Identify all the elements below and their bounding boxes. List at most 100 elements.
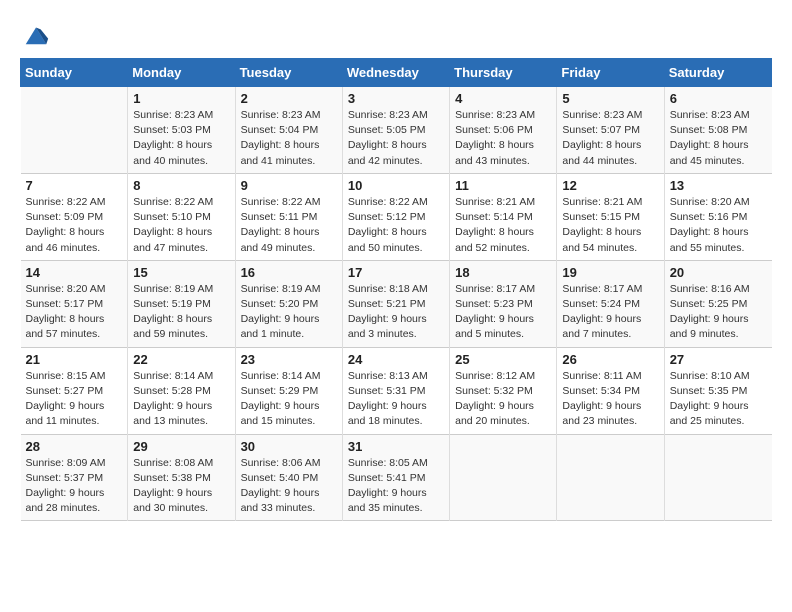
calendar-cell: 9Sunrise: 8:22 AMSunset: 5:11 PMDaylight…: [235, 173, 342, 260]
day-number: 25: [455, 352, 551, 367]
day-number: 1: [133, 91, 229, 106]
weekday-header-thursday: Thursday: [450, 59, 557, 87]
day-number: 12: [562, 178, 658, 193]
calendar-cell: 28Sunrise: 8:09 AMSunset: 5:37 PMDayligh…: [21, 434, 128, 521]
calendar-cell: 23 Sunrise: 8:14 AMSunset: 5:29 PMDayligh…: [235, 347, 342, 434]
day-info: Sunrise: 8:20 AMSunset: 5:16 PMDaylight:…: [670, 195, 767, 256]
day-number: 30: [241, 439, 337, 454]
calendar-cell: 22Sunrise: 8:14 AMSunset: 5:28 PMDayligh…: [128, 347, 235, 434]
calendar-cell: 10Sunrise: 8:22 AMSunset: 5:12 PMDayligh…: [342, 173, 449, 260]
weekday-header-sunday: Sunday: [21, 59, 128, 87]
logo-text: [20, 20, 50, 48]
day-number: 4: [455, 91, 551, 106]
calendar-cell: 8 Sunrise: 8:22 AMSunset: 5:10 PMDaylight…: [128, 173, 235, 260]
day-number: 2: [241, 91, 337, 106]
day-number: 20: [670, 265, 767, 280]
day-number: 27: [670, 352, 767, 367]
calendar-cell: [450, 434, 557, 521]
calendar-week-row: 7 Sunrise: 8:22 AMSunset: 5:09 PMDaylight…: [21, 173, 772, 260]
weekday-header-wednesday: Wednesday: [342, 59, 449, 87]
day-number: 3: [348, 91, 444, 106]
day-info: Sunrise: 8:06 AMSunset: 5:40 PMDaylight:…: [241, 456, 337, 517]
day-info: Sunrise: 8:05 AMSunset: 5:41 PMDaylight:…: [348, 456, 444, 517]
day-number: 7: [26, 178, 123, 193]
calendar-cell: 1 Sunrise: 8:23 AMSunset: 5:03 PMDaylight…: [128, 87, 235, 174]
calendar-cell: 31 Sunrise: 8:05 AMSunset: 5:41 PMDayligh…: [342, 434, 449, 521]
day-info: Sunrise: 8:21 AMSunset: 5:14 PMDaylight:…: [455, 195, 551, 256]
day-number: 24: [348, 352, 444, 367]
calendar-week-row: 1 Sunrise: 8:23 AMSunset: 5:03 PMDaylight…: [21, 87, 772, 174]
day-info: Sunrise: 8:17 AMSunset: 5:23 PMDaylight:…: [455, 282, 551, 343]
day-info: Sunrise: 8:10 AMSunset: 5:35 PMDaylight:…: [670, 369, 767, 430]
calendar-table: SundayMondayTuesdayWednesdayThursdayFrid…: [20, 58, 772, 521]
calendar-cell: 17 Sunrise: 8:18 AMSunset: 5:21 PMDayligh…: [342, 260, 449, 347]
calendar-cell: 18 Sunrise: 8:17 AMSunset: 5:23 PMDayligh…: [450, 260, 557, 347]
calendar-week-row: 28Sunrise: 8:09 AMSunset: 5:37 PMDayligh…: [21, 434, 772, 521]
day-number: 15: [133, 265, 229, 280]
calendar-cell: 24 Sunrise: 8:13 AMSunset: 5:31 PMDayligh…: [342, 347, 449, 434]
day-number: 10: [348, 178, 444, 193]
day-number: 22: [133, 352, 229, 367]
calendar-cell: 4 Sunrise: 8:23 AMSunset: 5:06 PMDaylight…: [450, 87, 557, 174]
logo: [20, 20, 50, 48]
day-info: Sunrise: 8:15 AMSunset: 5:27 PMDaylight:…: [26, 369, 123, 430]
day-info: Sunrise: 8:20 AMSunset: 5:17 PMDaylight:…: [26, 282, 123, 343]
calendar-cell: [664, 434, 771, 521]
day-number: 21: [26, 352, 123, 367]
calendar-cell: 21 Sunrise: 8:15 AMSunset: 5:27 PMDayligh…: [21, 347, 128, 434]
calendar-cell: 29 Sunrise: 8:08 AMSunset: 5:38 PMDayligh…: [128, 434, 235, 521]
calendar-cell: 5Sunrise: 8:23 AMSunset: 5:07 PMDaylight…: [557, 87, 664, 174]
day-info: Sunrise: 8:22 AMSunset: 5:10 PMDaylight:…: [133, 195, 229, 256]
calendar-cell: 20 Sunrise: 8:16 AMSunset: 5:25 PMDayligh…: [664, 260, 771, 347]
day-number: 18: [455, 265, 551, 280]
day-number: 29: [133, 439, 229, 454]
calendar-cell: 14 Sunrise: 8:20 AMSunset: 5:17 PMDayligh…: [21, 260, 128, 347]
day-info: Sunrise: 8:17 AMSunset: 5:24 PMDaylight:…: [562, 282, 658, 343]
day-info: Sunrise: 8:23 AMSunset: 5:05 PMDaylight:…: [348, 108, 444, 169]
day-info: Sunrise: 8:08 AMSunset: 5:38 PMDaylight:…: [133, 456, 229, 517]
calendar-cell: [21, 87, 128, 174]
calendar-cell: 11Sunrise: 8:21 AMSunset: 5:14 PMDayligh…: [450, 173, 557, 260]
day-info: Sunrise: 8:18 AMSunset: 5:21 PMDaylight:…: [348, 282, 444, 343]
calendar-cell: 16 Sunrise: 8:19 AMSunset: 5:20 PMDayligh…: [235, 260, 342, 347]
weekday-header-monday: Monday: [128, 59, 235, 87]
day-info: Sunrise: 8:19 AMSunset: 5:20 PMDaylight:…: [241, 282, 337, 343]
day-number: 14: [26, 265, 123, 280]
day-number: 6: [670, 91, 767, 106]
day-number: 19: [562, 265, 658, 280]
calendar-cell: 26 Sunrise: 8:11 AMSunset: 5:34 PMDayligh…: [557, 347, 664, 434]
calendar-cell: 15 Sunrise: 8:19 AMSunset: 5:19 PMDayligh…: [128, 260, 235, 347]
day-number: 17: [348, 265, 444, 280]
calendar-cell: 2 Sunrise: 8:23 AMSunset: 5:04 PMDaylight…: [235, 87, 342, 174]
day-info: Sunrise: 8:11 AMSunset: 5:34 PMDaylight:…: [562, 369, 658, 430]
weekday-header-friday: Friday: [557, 59, 664, 87]
day-info: Sunrise: 8:19 AMSunset: 5:19 PMDaylight:…: [133, 282, 229, 343]
day-info: Sunrise: 8:13 AMSunset: 5:31 PMDaylight:…: [348, 369, 444, 430]
calendar-cell: 12 Sunrise: 8:21 AMSunset: 5:15 PMDayligh…: [557, 173, 664, 260]
day-number: 26: [562, 352, 658, 367]
day-info: Sunrise: 8:22 AMSunset: 5:11 PMDaylight:…: [241, 195, 337, 256]
day-info: Sunrise: 8:23 AMSunset: 5:04 PMDaylight:…: [241, 108, 337, 169]
calendar-cell: 19 Sunrise: 8:17 AMSunset: 5:24 PMDayligh…: [557, 260, 664, 347]
day-info: Sunrise: 8:23 AMSunset: 5:06 PMDaylight:…: [455, 108, 551, 169]
day-info: Sunrise: 8:14 AMSunset: 5:29 PMDaylight:…: [241, 369, 337, 430]
calendar-cell: 27 Sunrise: 8:10 AMSunset: 5:35 PMDayligh…: [664, 347, 771, 434]
day-number: 8: [133, 178, 229, 193]
day-number: 5: [562, 91, 658, 106]
day-number: 16: [241, 265, 337, 280]
calendar-week-row: 14 Sunrise: 8:20 AMSunset: 5:17 PMDayligh…: [21, 260, 772, 347]
calendar-cell: [557, 434, 664, 521]
calendar-week-row: 21 Sunrise: 8:15 AMSunset: 5:27 PMDayligh…: [21, 347, 772, 434]
day-info: Sunrise: 8:22 AMSunset: 5:09 PMDaylight:…: [26, 195, 123, 256]
day-info: Sunrise: 8:21 AMSunset: 5:15 PMDaylight:…: [562, 195, 658, 256]
calendar-cell: 3 Sunrise: 8:23 AMSunset: 5:05 PMDaylight…: [342, 87, 449, 174]
day-info: Sunrise: 8:16 AMSunset: 5:25 PMDaylight:…: [670, 282, 767, 343]
weekday-header-tuesday: Tuesday: [235, 59, 342, 87]
day-info: Sunrise: 8:23 AMSunset: 5:03 PMDaylight:…: [133, 108, 229, 169]
day-number: 31: [348, 439, 444, 454]
calendar-cell: 25Sunrise: 8:12 AMSunset: 5:32 PMDayligh…: [450, 347, 557, 434]
day-number: 28: [26, 439, 123, 454]
weekday-header-row: SundayMondayTuesdayWednesdayThursdayFrid…: [21, 59, 772, 87]
weekday-header-saturday: Saturday: [664, 59, 771, 87]
day-number: 23: [241, 352, 337, 367]
